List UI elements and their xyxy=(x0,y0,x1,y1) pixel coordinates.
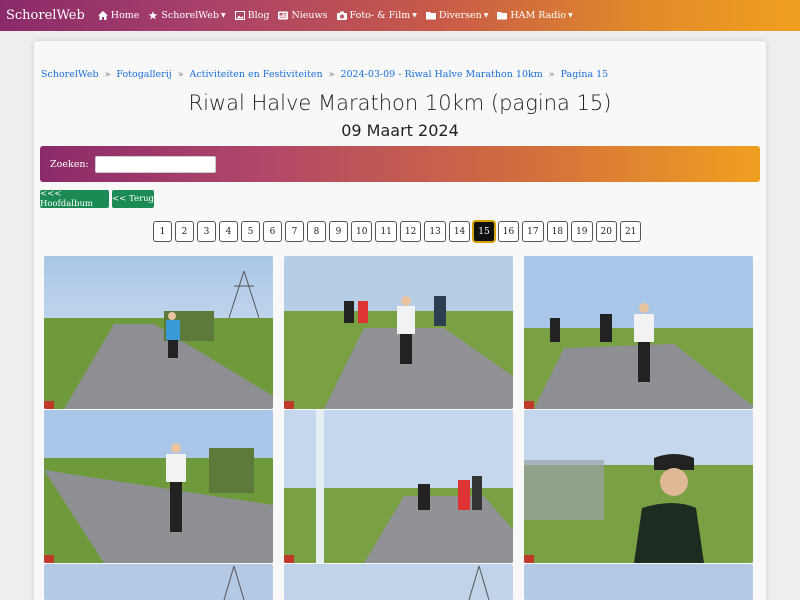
photo-image xyxy=(44,410,273,563)
page-button[interactable]: 2 xyxy=(175,221,194,242)
page-button[interactable]: 18 xyxy=(546,221,569,242)
chevron-down-icon: ▼ xyxy=(220,12,226,19)
page-button[interactable]: 6 xyxy=(263,221,282,242)
folder-icon xyxy=(497,12,508,20)
page-button[interactable]: 10 xyxy=(351,221,373,242)
nav-diversen[interactable]: Diversen ▼ xyxy=(425,10,489,21)
page-button[interactable]: 19 xyxy=(571,221,593,242)
nav-home-label: Home xyxy=(110,10,140,21)
photo-image xyxy=(524,564,753,600)
breadcrumb-current-page[interactable]: Pagina 15 xyxy=(561,69,609,80)
photo-thumbnail[interactable] xyxy=(524,410,753,563)
photo-image xyxy=(284,564,513,600)
page-button[interactable]: 21 xyxy=(619,221,642,242)
page-button[interactable]: 12 xyxy=(399,221,422,242)
breadcrumb: SchorelWeb » Fotogallerij » Activiteiten… xyxy=(41,69,608,80)
breadcrumb-separator: » xyxy=(328,69,335,80)
nav-nieuws-label: Nieuws xyxy=(291,10,328,21)
top-navbar: SchorelWeb Home SchorelWeb ▼ Blog Nieuws… xyxy=(0,0,800,31)
newspaper-icon xyxy=(278,11,289,20)
nav-home[interactable]: Home xyxy=(97,10,140,21)
photo-image xyxy=(524,256,753,409)
nav-ham-radio-label: HAM Radio xyxy=(510,10,567,21)
photo-image xyxy=(44,564,273,600)
nav-diversen-label: Diversen xyxy=(438,10,482,21)
page-button[interactable]: 5 xyxy=(241,221,260,242)
back-button[interactable]: << Terug xyxy=(112,190,154,208)
photo-thumbnail[interactable] xyxy=(524,564,753,600)
breadcrumb-fotogallerij[interactable]: Fotogallerij xyxy=(116,69,171,80)
photo-thumbnail[interactable] xyxy=(44,410,273,563)
page-button[interactable]: 11 xyxy=(375,221,397,242)
photo-image xyxy=(284,256,513,409)
pagination: 1 2 3 4 5 6 7 8 9 10 11 12 13 14 15 16 17 18 19 20 21 xyxy=(153,221,644,242)
folder-icon xyxy=(425,12,436,20)
search-input[interactable] xyxy=(94,155,216,173)
chevron-down-icon: ▼ xyxy=(568,12,573,19)
nav-schorelweb-label: SchorelWeb xyxy=(161,10,219,21)
main-album-button[interactable]: <<< Hoofdalbum xyxy=(40,189,109,209)
page-button[interactable]: 8 xyxy=(307,221,326,242)
photo-thumbnail[interactable] xyxy=(284,564,513,600)
page-button[interactable]: 17 xyxy=(522,221,544,242)
page-button[interactable]: 4 xyxy=(219,221,238,242)
page-button[interactable]: 14 xyxy=(448,221,471,242)
page-button[interactable]: 3 xyxy=(197,221,216,242)
breadcrumb-album[interactable]: 2024-03-09 - Riwal Halve Marathon 10km xyxy=(340,69,542,80)
page-button[interactable]: 1 xyxy=(153,221,172,242)
photo-thumbnail[interactable] xyxy=(44,256,273,409)
brand-link[interactable]: SchorelWeb xyxy=(6,8,85,23)
photo-image xyxy=(44,256,273,409)
star-icon xyxy=(148,11,158,20)
search-bar: Zoeken: xyxy=(40,146,760,182)
breadcrumb-activiteiten[interactable]: Activiteiten en Festiviteiten xyxy=(190,69,323,80)
chevron-down-icon: ▼ xyxy=(483,12,489,19)
photo-thumbnail[interactable] xyxy=(284,256,513,409)
page-subtitle: 09 Maart 2024 xyxy=(341,121,459,140)
photo-thumbnail[interactable] xyxy=(44,564,273,600)
search-label: Zoeken: xyxy=(50,158,89,170)
nav-blog[interactable]: Blog xyxy=(234,10,270,21)
breadcrumb-separator: » xyxy=(548,69,555,80)
nav-ham-radio[interactable]: HAM Radio ▼ xyxy=(497,10,573,21)
photo-thumbnail[interactable] xyxy=(284,410,513,563)
page-title: Riwal Halve Marathon 10km (pagina 15) xyxy=(188,91,612,115)
page-button[interactable]: 9 xyxy=(329,221,348,242)
photo-image xyxy=(524,410,753,563)
home-icon xyxy=(97,11,108,20)
nav-nieuws[interactable]: Nieuws xyxy=(278,10,328,21)
breadcrumb-separator: » xyxy=(104,69,111,80)
page-button[interactable]: 16 xyxy=(497,221,520,242)
camera-icon xyxy=(336,11,347,20)
page-button[interactable]: 20 xyxy=(595,221,617,242)
nav-foto-film[interactable]: Foto- & Film ▼ xyxy=(336,10,417,21)
image-icon xyxy=(234,11,245,20)
breadcrumb-separator: » xyxy=(177,69,184,80)
page-button[interactable]: 7 xyxy=(285,221,304,242)
page-button[interactable]: 13 xyxy=(424,221,446,242)
photo-image xyxy=(284,410,513,563)
chevron-down-icon: ▼ xyxy=(412,12,417,19)
nav-schorelweb[interactable]: SchorelWeb ▼ xyxy=(148,10,226,21)
nav-foto-film-label: Foto- & Film xyxy=(349,10,411,21)
breadcrumb-schorelweb[interactable]: SchorelWeb xyxy=(41,69,99,80)
page-button-current[interactable]: 15 xyxy=(473,221,495,242)
photo-thumbnail[interactable] xyxy=(524,256,753,409)
nav-blog-label: Blog xyxy=(247,10,270,21)
